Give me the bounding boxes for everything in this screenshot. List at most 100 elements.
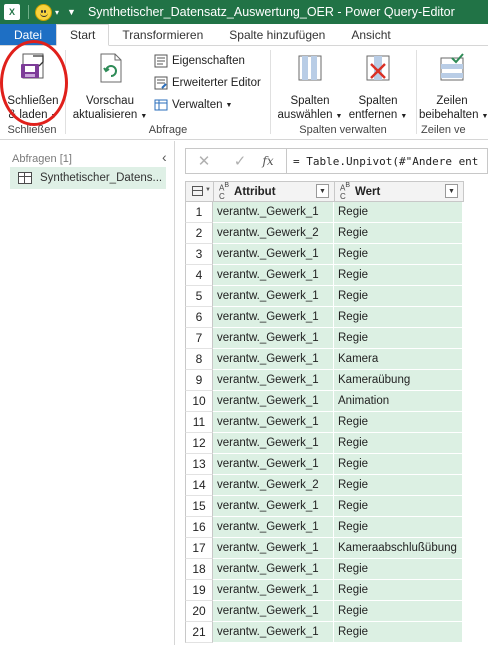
row-number[interactable]: 6 <box>185 307 213 328</box>
cell-attribut[interactable]: verantw._Gewerk_1 <box>213 622 334 643</box>
table-row[interactable]: 6 verantw._Gewerk_1 Regie <box>185 307 464 328</box>
cell-attribut[interactable]: verantw._Gewerk_1 <box>213 559 334 580</box>
table-row[interactable]: 19 verantw._Gewerk_1 Regie <box>185 580 464 601</box>
fx-icon[interactable]: fx <box>258 154 278 168</box>
row-number[interactable]: 12 <box>185 433 213 454</box>
row-number[interactable]: 21 <box>185 622 213 643</box>
tab-view[interactable]: Ansicht <box>338 24 403 45</box>
cell-attribut[interactable]: verantw._Gewerk_1 <box>213 496 334 517</box>
query-item[interactable]: Synthetischer_Datens... <box>10 167 166 189</box>
cell-wert[interactable]: Regie <box>334 517 463 538</box>
cell-wert[interactable]: Kameraübung <box>334 370 463 391</box>
cell-attribut[interactable]: verantw._Gewerk_1 <box>213 454 334 475</box>
refresh-preview-dropdown-icon[interactable]: ▼ <box>140 113 147 120</box>
row-number[interactable]: 13 <box>185 454 213 475</box>
tab-transform[interactable]: Transformieren <box>109 24 216 45</box>
advanced-editor-button[interactable]: Erweiterter Editor <box>154 76 261 90</box>
cell-wert[interactable]: Regie <box>334 454 463 475</box>
quick-access-dropdown-icon[interactable]: ▼ <box>67 7 76 17</box>
row-number[interactable]: 9 <box>185 370 213 391</box>
cell-wert[interactable]: Regie <box>334 286 463 307</box>
cell-attribut[interactable]: verantw._Gewerk_1 <box>213 307 334 328</box>
cell-wert[interactable]: Regie <box>334 559 463 580</box>
table-row[interactable]: 14 verantw._Gewerk_2 Regie <box>185 475 464 496</box>
cell-attribut[interactable]: verantw._Gewerk_2 <box>213 223 334 244</box>
table-row[interactable]: 5 verantw._Gewerk_1 Regie <box>185 286 464 307</box>
row-number[interactable]: 19 <box>185 580 213 601</box>
cell-wert[interactable]: Regie <box>334 580 463 601</box>
row-number[interactable]: 20 <box>185 601 213 622</box>
row-number[interactable]: 11 <box>185 412 213 433</box>
cell-wert[interactable]: Regie <box>334 244 463 265</box>
table-row[interactable]: 16 verantw._Gewerk_1 Regie <box>185 517 464 538</box>
cell-wert[interactable]: Regie <box>334 622 463 643</box>
filter-dropdown-icon[interactable]: ▼ <box>316 184 329 198</box>
table-row[interactable]: 12 verantw._Gewerk_1 Regie <box>185 433 464 454</box>
table-row[interactable]: 3 verantw._Gewerk_1 Regie <box>185 244 464 265</box>
row-number[interactable]: 7 <box>185 328 213 349</box>
cell-attribut[interactable]: verantw._Gewerk_1 <box>213 433 334 454</box>
cell-wert[interactable]: Regie <box>334 601 463 622</box>
cell-wert[interactable]: Regie <box>334 202 463 223</box>
table-menu-button[interactable]: ▼ <box>186 182 214 201</box>
cell-attribut[interactable]: verantw._Gewerk_1 <box>213 244 334 265</box>
keep-rows-dropdown-icon[interactable]: ▼ <box>481 113 488 120</box>
cell-attribut[interactable]: verantw._Gewerk_1 <box>213 328 334 349</box>
row-number[interactable]: 15 <box>185 496 213 517</box>
row-number[interactable]: 3 <box>185 244 213 265</box>
row-number[interactable]: 16 <box>185 517 213 538</box>
row-number[interactable]: 8 <box>185 349 213 370</box>
cell-wert[interactable]: Regie <box>334 307 463 328</box>
table-row[interactable]: 9 verantw._Gewerk_1 Kameraübung <box>185 370 464 391</box>
cell-wert[interactable]: Regie <box>334 328 463 349</box>
cell-wert[interactable]: Regie <box>334 433 463 454</box>
cell-attribut[interactable]: verantw._Gewerk_1 <box>213 349 334 370</box>
cell-attribut[interactable]: verantw._Gewerk_1 <box>213 412 334 433</box>
table-row[interactable]: 8 verantw._Gewerk_1 Kamera <box>185 349 464 370</box>
column-header-attribut[interactable]: AB C Attribut ▼ <box>214 182 335 201</box>
table-row[interactable]: 7 verantw._Gewerk_1 Regie <box>185 328 464 349</box>
table-row[interactable]: 1 verantw._Gewerk_1 Regie <box>185 202 464 223</box>
filter-dropdown-icon[interactable]: ▼ <box>445 184 458 198</box>
column-header-wert[interactable]: AB C Wert ▼ <box>335 182 463 201</box>
cell-attribut[interactable]: verantw._Gewerk_1 <box>213 538 334 559</box>
cell-attribut[interactable]: verantw._Gewerk_1 <box>213 580 334 601</box>
refresh-preview-button[interactable]: Vorschau aktualisieren ▼ <box>72 52 148 124</box>
cell-attribut[interactable]: verantw._Gewerk_1 <box>213 370 334 391</box>
table-row[interactable]: 17 verantw._Gewerk_1 Kameraabschlußübung <box>185 538 464 559</box>
row-number[interactable]: 17 <box>185 538 213 559</box>
cell-wert[interactable]: Regie <box>334 496 463 517</box>
cell-wert[interactable]: Regie <box>334 223 463 244</box>
cell-wert[interactable]: Regie <box>334 412 463 433</box>
cell-wert[interactable]: Animation <box>334 391 463 412</box>
table-row[interactable]: 10 verantw._Gewerk_1 Animation <box>185 391 464 412</box>
table-row[interactable]: 18 verantw._Gewerk_1 Regie <box>185 559 464 580</box>
table-row[interactable]: 21 verantw._Gewerk_1 Regie <box>185 622 464 643</box>
cell-wert[interactable]: Kamera <box>334 349 463 370</box>
cell-attribut[interactable]: verantw._Gewerk_1 <box>213 601 334 622</box>
remove-columns-dropdown-icon[interactable]: ▼ <box>400 113 407 120</box>
row-number[interactable]: 5 <box>185 286 213 307</box>
properties-button[interactable]: Eigenschaften <box>154 54 245 68</box>
cell-attribut[interactable]: verantw._Gewerk_1 <box>213 286 334 307</box>
remove-columns-button[interactable]: Spalten entfernen ▼ <box>345 52 411 124</box>
row-number[interactable]: 14 <box>185 475 213 496</box>
manage-button[interactable]: Verwalten ▼ <box>154 98 232 112</box>
cancel-formula-icon[interactable]: ✕ <box>186 152 222 170</box>
cell-wert[interactable]: Regie <box>334 265 463 286</box>
cell-attribut[interactable]: verantw._Gewerk_1 <box>213 265 334 286</box>
table-row[interactable]: 4 verantw._Gewerk_1 Regie <box>185 265 464 286</box>
row-number[interactable]: 10 <box>185 391 213 412</box>
smiley-dropdown-icon[interactable]: ▾ <box>55 8 59 17</box>
tab-start[interactable]: Start <box>56 24 110 46</box>
cell-attribut[interactable]: verantw._Gewerk_1 <box>213 391 334 412</box>
table-row[interactable]: 20 verantw._Gewerk_1 Regie <box>185 601 464 622</box>
text-type-icon[interactable]: AB C <box>340 182 350 201</box>
cell-attribut[interactable]: verantw._Gewerk_2 <box>213 475 334 496</box>
manage-dropdown-icon[interactable]: ▼ <box>226 102 233 109</box>
text-type-icon[interactable]: AB C <box>219 182 229 201</box>
choose-columns-dropdown-icon[interactable]: ▼ <box>336 113 343 120</box>
tab-add-column[interactable]: Spalte hinzufügen <box>216 24 338 45</box>
cell-attribut[interactable]: verantw._Gewerk_1 <box>213 202 334 223</box>
table-row[interactable]: 13 verantw._Gewerk_1 Regie <box>185 454 464 475</box>
